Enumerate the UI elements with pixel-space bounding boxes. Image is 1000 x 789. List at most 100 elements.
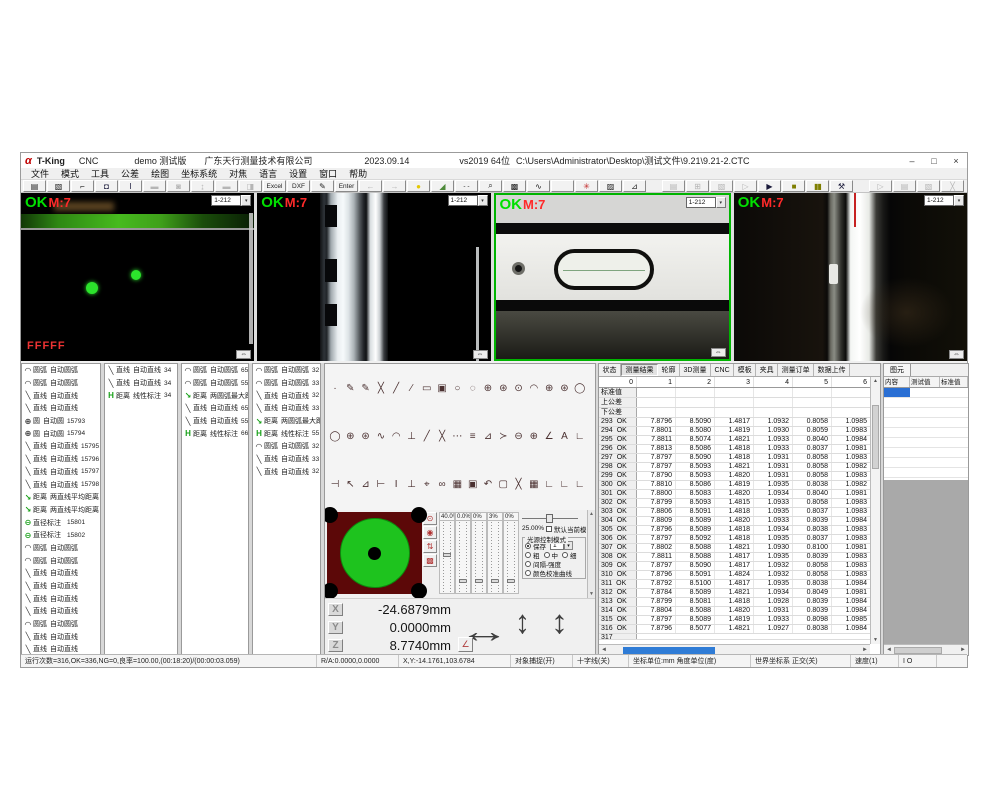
spec-row[interactable]: 下公差 bbox=[599, 408, 880, 418]
dimension-tool-icon[interactable]: ╳ bbox=[512, 477, 526, 491]
scroll-down-icon[interactable]: ▼ bbox=[871, 637, 880, 643]
dimension-tool-icon[interactable]: ∟ bbox=[542, 477, 556, 491]
measure-tool-icon[interactable]: ▣ bbox=[435, 381, 449, 395]
toolbar-button[interactable]: ← bbox=[359, 180, 382, 192]
option-radio[interactable] bbox=[525, 570, 531, 576]
resize-handle-icon[interactable]: ⇔ bbox=[473, 350, 488, 359]
feature-item[interactable]: ◠圆弧自动圆弧 bbox=[22, 542, 100, 555]
toolbar-button[interactable]: ⊞ bbox=[686, 180, 709, 192]
feature-item[interactable]: ╲直线自动直线34 bbox=[105, 377, 177, 390]
menu-item[interactable]: 模式 bbox=[55, 167, 85, 180]
measure-tool-icon[interactable]: ╳ bbox=[374, 381, 388, 395]
feature-item[interactable]: ◠圆弧自动圆弧32 bbox=[253, 440, 320, 453]
table-row[interactable]: 297OK7.87978.50901.48181.09310.80581.098… bbox=[599, 454, 880, 463]
toolbar-button[interactable]: ⌕ bbox=[479, 180, 502, 192]
table-row[interactable]: 311OK7.87928.51001.48171.09350.80381.098… bbox=[599, 580, 880, 589]
feature-item[interactable]: ╲直线自动直线15795 bbox=[22, 440, 100, 453]
toolbar-button[interactable] bbox=[854, 180, 868, 192]
element-table-body[interactable] bbox=[884, 388, 968, 644]
measure-tool-icon[interactable]: ∕ bbox=[404, 381, 418, 395]
scroll-left-icon[interactable]: ◄ bbox=[886, 647, 892, 653]
measure-tool-icon[interactable]: ⊛ bbox=[557, 381, 571, 395]
level-option[interactable]: 中 bbox=[544, 550, 559, 559]
feature-item[interactable]: ╲直线自动直线15798 bbox=[22, 478, 100, 491]
chevron-down-icon[interactable]: ▾ bbox=[716, 197, 726, 208]
level-radio[interactable] bbox=[562, 552, 568, 558]
feature-item[interactable]: ╲直线自动直线 bbox=[22, 580, 100, 593]
slider-track[interactable] bbox=[504, 522, 518, 592]
feature-item[interactable]: ↘距离两直线平均距离 bbox=[22, 491, 100, 504]
toolbar-button[interactable]: ▧ bbox=[917, 180, 940, 192]
light-channel-slider[interactable]: 3% bbox=[487, 512, 503, 594]
level-option[interactable]: 粗 bbox=[525, 550, 540, 559]
measure-tool-icon[interactable]: ✎ bbox=[359, 381, 373, 395]
table-row[interactable]: 309OK7.87978.50901.48171.09320.80581.098… bbox=[599, 562, 880, 571]
joystick-mode-icon[interactable]: ▩ bbox=[423, 554, 437, 567]
measure-tool-icon[interactable]: ⊕ bbox=[343, 429, 357, 443]
slider-track[interactable] bbox=[456, 522, 470, 592]
joystick-mode-icon[interactable]: ◉ bbox=[423, 526, 437, 539]
table-row[interactable]: 302OK7.87998.50931.48151.09330.80581.098… bbox=[599, 499, 880, 508]
option-radio[interactable] bbox=[525, 561, 531, 567]
feature-item[interactable]: ◠圆弧自动圆弧65 bbox=[182, 364, 248, 377]
dimension-tool-icon[interactable]: ⊿ bbox=[359, 477, 373, 491]
scroll-up-icon[interactable]: ▲ bbox=[589, 511, 594, 517]
slider-thumb[interactable] bbox=[507, 579, 515, 583]
feature-item[interactable]: ◠圆弧自动圆弧32 bbox=[253, 364, 320, 377]
toolbar-button[interactable]: Enter bbox=[335, 180, 358, 192]
feature-item[interactable]: H距离线性标注66 bbox=[182, 427, 248, 440]
table-row[interactable]: 315OK7.87978.50891.48191.09330.80981.098… bbox=[599, 616, 880, 625]
toolbar-button[interactable]: ╳ bbox=[941, 180, 964, 192]
camera-view-3-active[interactable]: OKM:7 1-212▾ ⇔ bbox=[494, 193, 731, 361]
table-row[interactable]: 298OK7.87978.50931.48211.09310.80581.098… bbox=[599, 463, 880, 472]
slider-thumb[interactable] bbox=[443, 553, 451, 557]
measure-tool-icon[interactable]: ⋯ bbox=[450, 429, 464, 443]
toolbar-button[interactable]: ▤ bbox=[23, 180, 46, 192]
dimension-tool-icon[interactable]: ⊢ bbox=[374, 477, 388, 491]
measure-tool-icon[interactable]: ⊿ bbox=[481, 429, 495, 443]
menu-item[interactable]: 工具 bbox=[85, 167, 115, 180]
toolbar-button[interactable]: ◘ bbox=[95, 180, 118, 192]
toolbar-button[interactable]: ⌐ bbox=[71, 180, 94, 192]
measure-tool-icon[interactable]: A bbox=[557, 429, 571, 443]
dimension-tool-icon[interactable]: ▦ bbox=[527, 477, 541, 491]
light-channel-slider[interactable]: 40.0% bbox=[439, 512, 455, 594]
results-tab[interactable]: 3D测量 bbox=[680, 364, 711, 376]
toolbar-button[interactable]: ✳ bbox=[575, 180, 598, 192]
measure-tool-icon[interactable]: ⊖ bbox=[512, 429, 526, 443]
measure-tool-icon[interactable]: ╱ bbox=[389, 381, 403, 395]
dimension-tool-icon[interactable]: ⊥ bbox=[404, 477, 418, 491]
selected-cell[interactable] bbox=[884, 388, 910, 397]
toolbar-button[interactable]: ◙ bbox=[167, 180, 190, 192]
toolbar-button[interactable]: ▬ bbox=[215, 180, 238, 192]
menu-item[interactable]: 设置 bbox=[283, 167, 313, 180]
master-light-slider[interactable] bbox=[522, 513, 584, 523]
table-row[interactable]: 308OK7.88118.50881.48171.09350.80391.098… bbox=[599, 553, 880, 562]
toolbar-button[interactable]: ▬ bbox=[143, 180, 166, 192]
level-radio[interactable] bbox=[544, 552, 550, 558]
measure-tool-icon[interactable]: ✎ bbox=[343, 381, 357, 395]
resize-handle-icon[interactable]: ⇔ bbox=[711, 348, 726, 357]
toolbar-button[interactable]: ◢ bbox=[431, 180, 454, 192]
measure-tool-icon[interactable]: ∿ bbox=[374, 429, 388, 443]
feature-item[interactable]: ◠圆弧自动圆弧55 bbox=[182, 377, 248, 390]
measure-tool-icon[interactable]: ◯ bbox=[328, 429, 342, 443]
feature-item[interactable]: ╲直线自动直线 bbox=[22, 389, 100, 402]
measure-tool-icon[interactable]: ∟ bbox=[573, 429, 587, 443]
table-row[interactable]: 307OK7.88028.50881.48211.09300.81001.098… bbox=[599, 544, 880, 553]
scroll-up-icon[interactable]: ▲ bbox=[871, 378, 880, 384]
feature-item[interactable]: ⊖直径标注15801 bbox=[22, 516, 100, 529]
measure-tool-icon[interactable]: ⊛ bbox=[359, 429, 373, 443]
dimension-tool-icon[interactable]: ∟ bbox=[557, 477, 571, 491]
feature-item[interactable]: ╲直线自动直线 bbox=[22, 567, 100, 580]
table-row[interactable]: 293OK7.87968.50901.48171.09320.80581.098… bbox=[599, 418, 880, 427]
menu-item[interactable]: 帮助 bbox=[343, 167, 373, 180]
feature-item[interactable]: ╲直线自动直线33 bbox=[253, 453, 320, 466]
toolbar-button[interactable]: ▩ bbox=[503, 180, 526, 192]
feature-item[interactable]: ↘距离两圆弧最大距离 bbox=[253, 415, 320, 428]
slider-thumb[interactable] bbox=[491, 579, 499, 583]
menu-item[interactable]: 坐标系统 bbox=[175, 167, 223, 180]
measure-tool-icon[interactable]: ◠ bbox=[389, 429, 403, 443]
feature-item[interactable]: ⊕圆自动圆15793 bbox=[22, 415, 100, 428]
level-radio[interactable] bbox=[525, 552, 531, 558]
